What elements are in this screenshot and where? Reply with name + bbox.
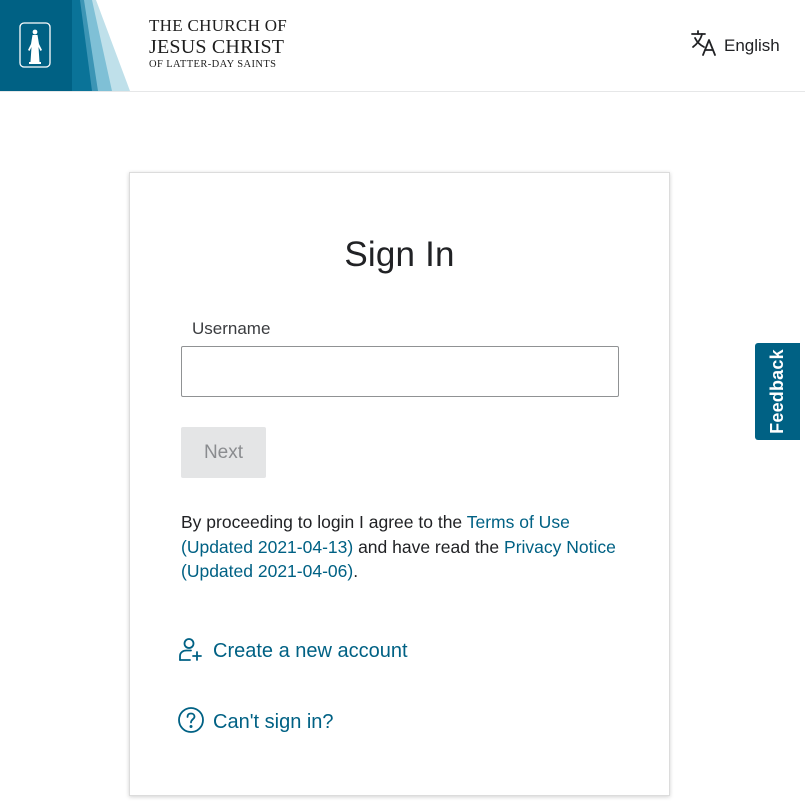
translate-icon: [690, 29, 718, 62]
wordmark-line-3: OF LATTER-DAY SAINTS: [149, 59, 277, 70]
wordmark-line-1: THE CHURCH OF: [149, 16, 288, 35]
create-account-label: Create a new account: [213, 640, 408, 662]
feedback-label: Feedback: [767, 349, 788, 434]
next-button[interactable]: Next: [181, 427, 266, 478]
language-selector[interactable]: English: [690, 29, 780, 62]
cant-sign-in-link[interactable]: Can't sign in?: [177, 706, 334, 739]
page-title: Sign In: [344, 235, 455, 274]
username-label: Username: [192, 319, 271, 338]
add-person-icon: [177, 635, 205, 668]
logo-banner-graphic: [0, 0, 130, 91]
username-input[interactable]: [181, 346, 619, 397]
question-circle-icon: [177, 706, 205, 739]
language-label: English: [724, 35, 780, 55]
terms-suffix: .: [353, 561, 359, 581]
wordmark-line-2: JESUS CHRIST: [149, 36, 285, 58]
terms-prefix: By proceeding to login I agree to the: [181, 512, 467, 532]
terms-text: By proceeding to login I agree to the Te…: [181, 510, 621, 584]
create-account-link[interactable]: Create a new account: [177, 635, 408, 668]
church-logo[interactable]: [0, 0, 130, 91]
site-header: THE CHURCH OF JESUS CHRIST OF LATTER-DAY…: [0, 0, 805, 92]
cant-sign-in-label: Can't sign in?: [213, 711, 334, 733]
signin-card: Sign In Username Next By proceeding to l…: [129, 172, 670, 796]
terms-middle: and have read the: [353, 536, 505, 557]
church-wordmark: THE CHURCH OF JESUS CHRIST OF LATTER-DAY…: [149, 17, 287, 71]
feedback-tab[interactable]: Feedback: [755, 343, 800, 440]
